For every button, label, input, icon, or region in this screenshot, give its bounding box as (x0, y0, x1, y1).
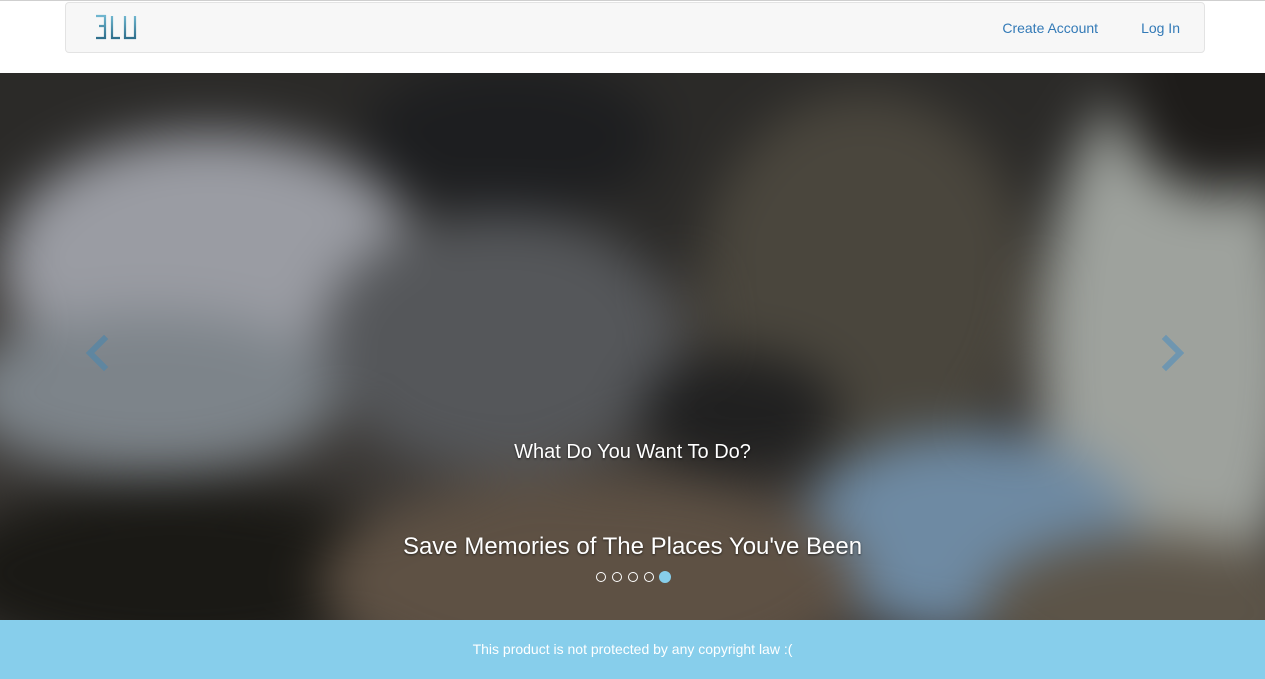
chevron-right-icon (1161, 334, 1185, 372)
footer: This product is not protected by any cop… (0, 620, 1265, 679)
carousel-indicators (0, 571, 1265, 583)
carousel-caption: Save Memories of The Places You've Been (402, 533, 863, 560)
footer-text: This product is not protected by any cop… (472, 641, 793, 657)
brand-logo[interactable] (94, 12, 140, 42)
navbar: Create Account Log In (65, 2, 1205, 53)
carousel-indicator-active[interactable] (658, 571, 671, 583)
chevron-left-icon (85, 334, 109, 372)
carousel-indicator[interactable] (595, 572, 606, 582)
carousel-indicator[interactable] (627, 572, 638, 582)
carousel-indicator[interactable] (643, 572, 654, 582)
login-link[interactable]: Log In (1141, 20, 1180, 36)
carousel-next-button[interactable] (1152, 331, 1192, 375)
brand-logo-mark (96, 14, 137, 40)
create-account-link[interactable]: Create Account (1002, 20, 1098, 36)
carousel-indicator[interactable] (611, 572, 622, 582)
hero-carousel: What Do You Want To Do? Save Memories of… (0, 73, 1265, 620)
nav-links: Create Account Log In (959, 3, 1180, 52)
carousel-prev-button[interactable] (78, 331, 118, 375)
carousel-question: What Do You Want To Do? (514, 441, 751, 463)
top-border (0, 0, 1265, 1)
